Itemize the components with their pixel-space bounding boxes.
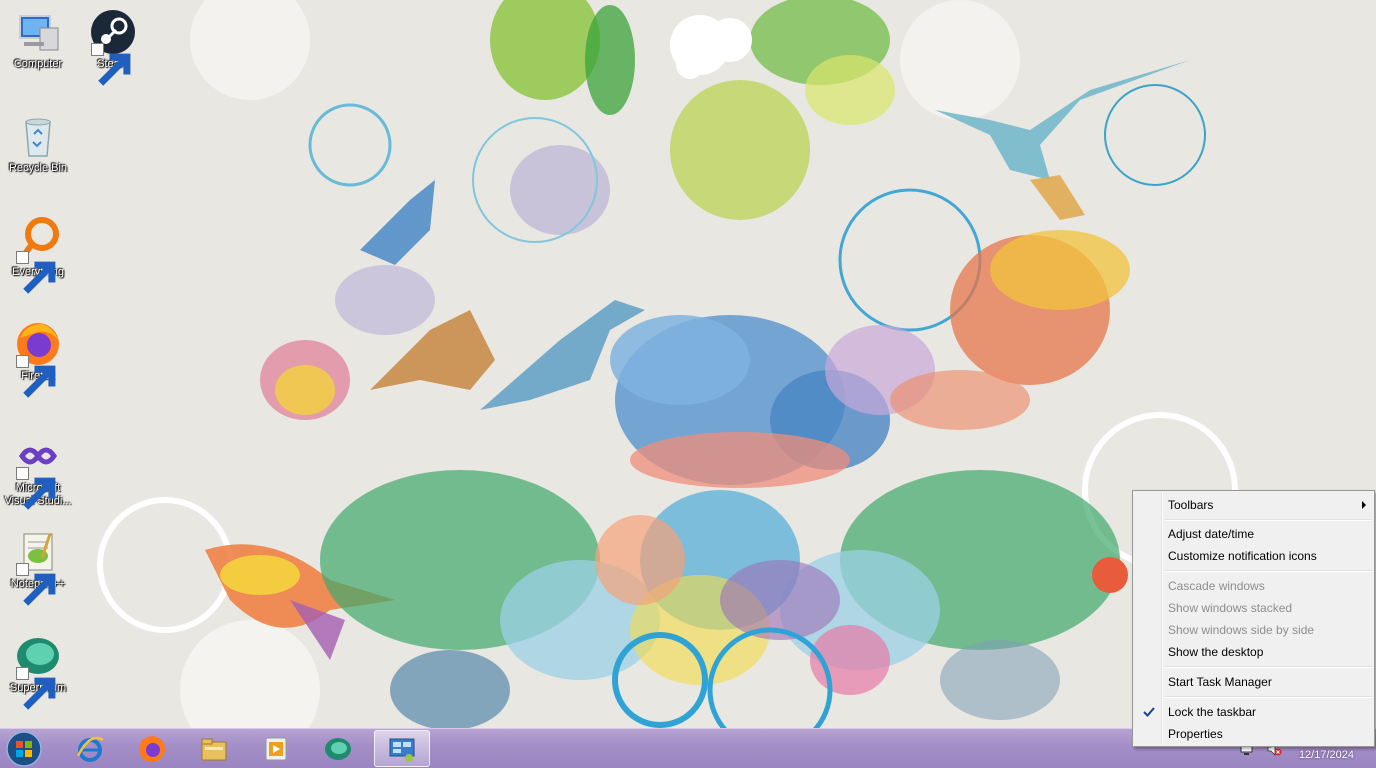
desktop-icon-supermium[interactable]: Supermium [0,632,76,710]
menu-item-adjust-date-time[interactable]: Adjust date/time [1135,523,1372,545]
menu-item-label: Cascade windows [1168,579,1265,593]
start-orb-icon[interactable] [4,730,44,768]
menu-item-label: Show the desktop [1168,645,1264,659]
supermium-icon [325,737,351,760]
taskbar-supermium[interactable] [310,730,366,767]
desktop-icon-label: Recycle Bin [8,162,68,174]
menu-item-label: Show windows stacked [1168,601,1293,615]
shortcut-arrow-icon [16,251,56,294]
menu-item-label: Show windows side by side [1168,623,1315,637]
shortcut-arrow-icon [16,563,56,606]
desktop-icon-steam[interactable]: Steam [75,8,151,86]
taskbar-context-menu: Toolbars Adjust date/time Customize noti… [1132,490,1375,747]
shortcut-arrow-icon [91,43,131,86]
taskbar-media-player[interactable] [248,730,304,767]
media-player-icon [265,737,287,760]
desktop-icon-everything[interactable]: Everything [0,216,76,294]
menu-item-label: Lock the taskbar [1168,705,1257,719]
menu-item-show-windows-stacked: Show windows stacked [1135,597,1372,619]
menu-item-label: Adjust date/time [1168,527,1255,541]
shortcut-arrow-icon [16,467,56,510]
menu-item-show-windows-side-by-side: Show windows side by side [1135,619,1372,641]
computer-icon [19,15,59,51]
shortcut-arrow-icon [16,355,56,398]
menu-separator [1165,570,1372,572]
menu-item-customize-notification-icons[interactable]: Customize notification icons [1135,545,1372,567]
menu-separator [1165,519,1372,521]
desktop-icon-firefox[interactable]: Firefox [0,320,76,398]
menu-item-properties[interactable]: Properties [1135,723,1372,745]
desktop-icon-visual-studio[interactable]: Microsoft Visual Studi... [0,432,76,510]
control-panel-icon [389,738,415,762]
menu-item-toolbars[interactable]: Toolbars [1135,494,1372,516]
menu-item-show-the-desktop[interactable]: Show the desktop [1135,641,1372,663]
menu-item-start-task-manager[interactable]: Start Task Manager [1135,671,1372,693]
checkmark-icon [1143,707,1155,717]
file-explorer-icon [201,738,227,760]
desktop-icon-label: Computer [13,58,63,70]
menu-item-lock-the-taskbar[interactable]: Lock the taskbar [1135,701,1372,723]
desktop-icon-recycle-bin[interactable]: Recycle Bin [0,112,76,175]
menu-item-label: Toolbars [1168,498,1214,512]
desktop-icon-notepadpp[interactable]: Notepad++ [0,528,76,606]
menu-item-label: Properties [1168,727,1223,741]
firefox-icon [139,735,165,762]
shortcut-arrow-icon [16,667,56,710]
desktop-icon-computer[interactable]: Computer [0,8,76,71]
menu-item-cascade-windows: Cascade windows [1135,575,1372,597]
menu-separator [1165,666,1372,668]
recycle-bin-icon [25,118,51,157]
menu-separator [1165,696,1372,698]
taskbar-clock-date[interactable]: 12/17/2024 [1299,749,1354,761]
taskbar-file-explorer[interactable] [186,730,242,767]
taskbar-control-panel[interactable] [374,730,430,767]
taskbar-internet-explorer[interactable] [62,730,118,767]
menu-item-label: Customize notification icons [1168,549,1317,563]
menu-item-label: Start Task Manager [1168,675,1272,689]
taskbar-firefox[interactable] [124,730,180,767]
internet-explorer-icon [76,736,104,762]
submenu-arrow-icon [1362,501,1366,509]
